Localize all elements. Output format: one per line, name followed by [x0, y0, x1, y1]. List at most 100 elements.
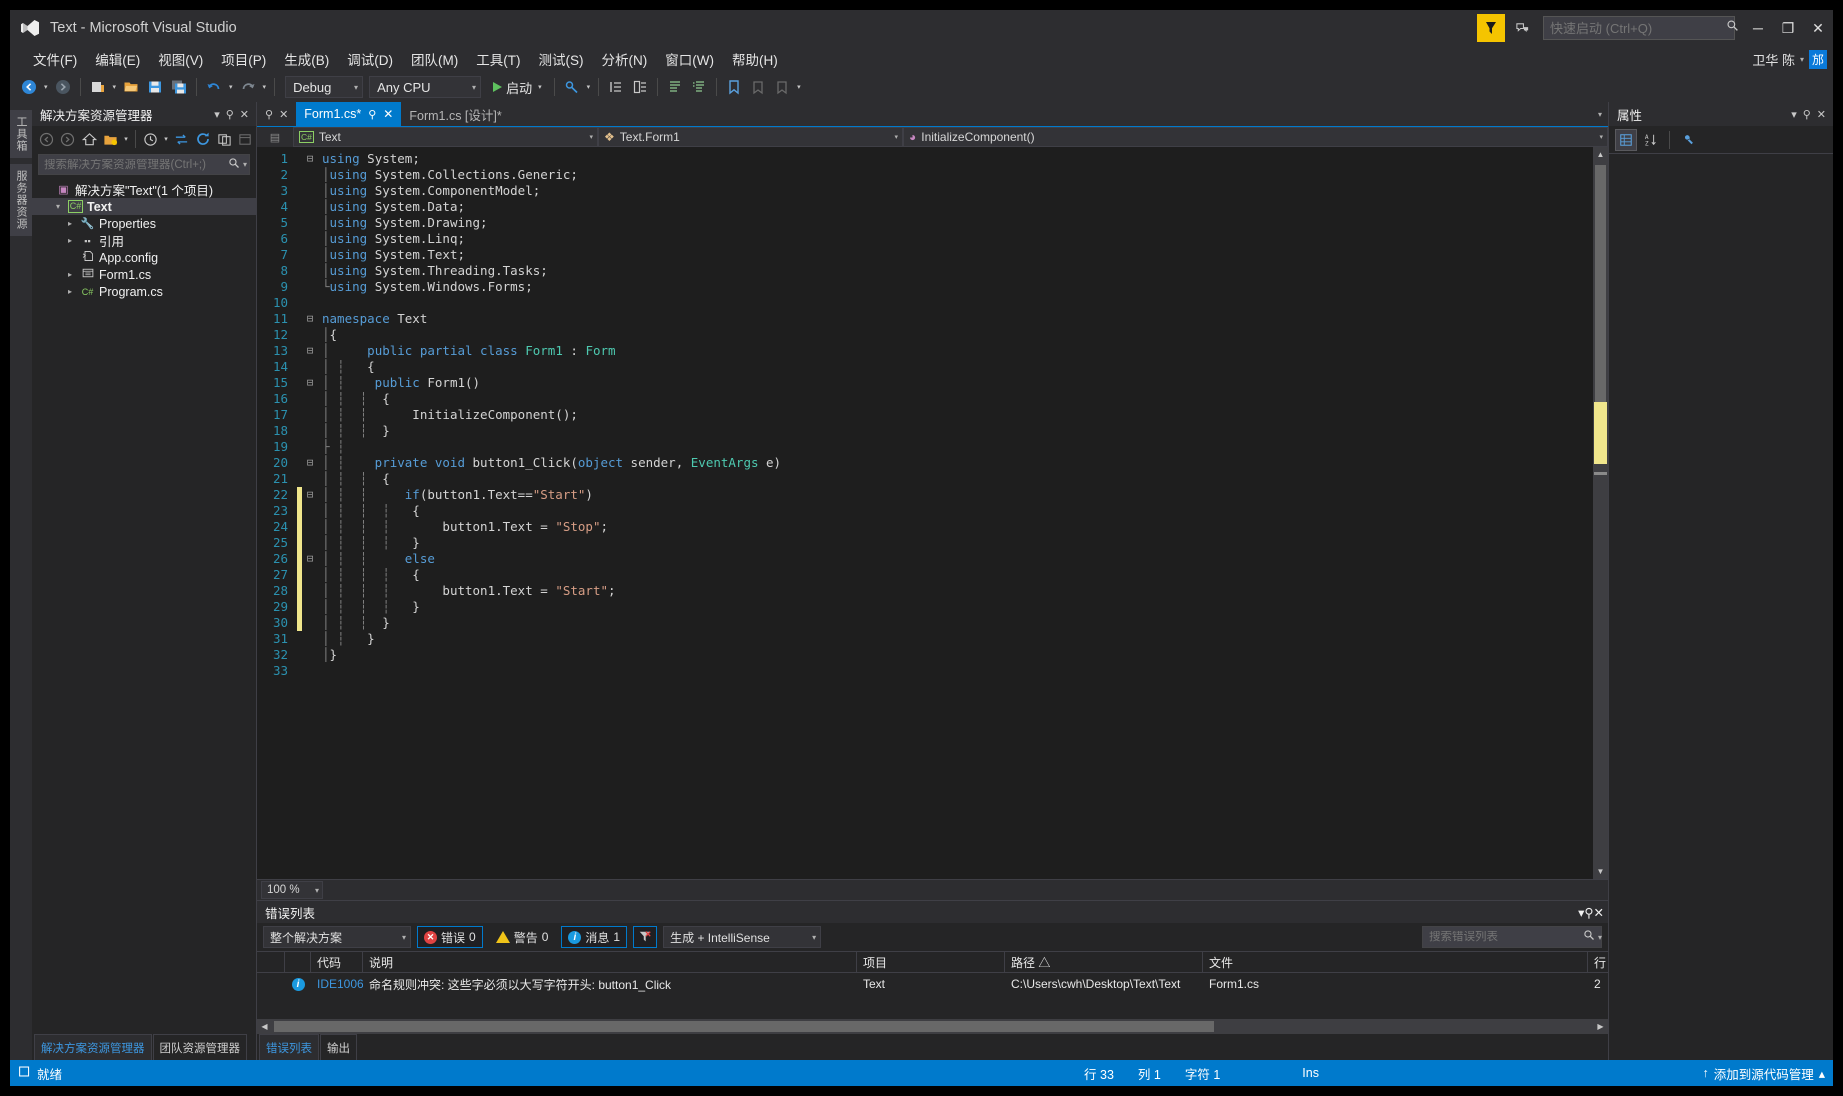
refresh-icon[interactable]	[192, 129, 213, 150]
tab-output[interactable]: 输出	[320, 1034, 357, 1060]
chevron-down-icon[interactable]: ▾	[472, 83, 476, 92]
chevron-down-icon[interactable]: ▾	[402, 933, 406, 942]
tree-item-form1-cs[interactable]: ▸ Form1.cs	[32, 266, 256, 283]
minimize-button[interactable]: ─	[1743, 13, 1773, 43]
fold-toggle-icon[interactable]: ⊟	[302, 487, 318, 503]
col-severity[interactable]	[285, 951, 311, 973]
code-line[interactable]: 4 │using System.Data;	[257, 199, 1593, 215]
code-editor[interactable]: 1 ⊟ using System; 2 │using System.Collection…	[257, 147, 1608, 879]
feedback-flag-icon[interactable]	[1477, 14, 1505, 42]
quick-launch-input[interactable]	[1550, 20, 1726, 36]
error-source-combo[interactable]: 生成 + IntelliSense ▾	[663, 926, 822, 948]
chevron-down-icon[interactable]: ▾	[538, 83, 542, 91]
code-line[interactable]: 18 │ ┆ ┆ }	[257, 423, 1593, 439]
save-all-icon[interactable]	[168, 76, 190, 98]
menu-window[interactable]: 窗口(W)	[656, 46, 723, 72]
code-line[interactable]: 15 ⊟ │ ┆ public Form1()	[257, 375, 1593, 391]
code-line[interactable]: 29 │ ┆ ┆ ┆ }	[257, 599, 1593, 615]
warnings-filter-button[interactable]: 警告 0	[489, 926, 556, 948]
code-line[interactable]: 3 │using System.ComponentModel;	[257, 183, 1593, 199]
code-line[interactable]: 21 │ ┆ ┆ {	[257, 471, 1593, 487]
chevron-down-icon[interactable]: ▾	[315, 886, 319, 895]
save-icon[interactable]	[144, 76, 166, 98]
new-project-icon[interactable]	[87, 76, 109, 98]
solution-configuration-combo[interactable]: Debug ▾	[285, 76, 364, 98]
split-view-icon[interactable]: ▤	[270, 131, 280, 144]
col-file[interactable]: 文件	[1203, 951, 1588, 973]
chevron-down-icon[interactable]: ▾	[589, 133, 593, 141]
chevron-down-icon[interactable]: ▾	[894, 133, 898, 141]
clear-filter-icon[interactable]	[633, 926, 658, 948]
toolbar-overflow-icon[interactable]: ▾	[797, 83, 801, 91]
code-line[interactable]: 19 ├ ┆	[257, 439, 1593, 455]
properties-page-icon[interactable]	[1677, 129, 1699, 151]
menu-tools[interactable]: 工具(T)	[467, 46, 529, 72]
code-line[interactable]: 31 │ ┆ }	[257, 631, 1593, 647]
code-line[interactable]: 13 ⊟ │ public partial class Form1 : Form	[257, 343, 1593, 359]
code-line[interactable]: 22 ⊟ │ ┆ ┆ if(button1.Text=="Start")	[257, 487, 1593, 503]
code-line[interactable]: 16 │ ┆ ┆ {	[257, 391, 1593, 407]
close-icon[interactable]: ✕	[383, 107, 393, 121]
new-project-dropdown-icon[interactable]: ▾	[113, 83, 117, 91]
undo-dropdown-icon[interactable]: ▾	[229, 83, 233, 91]
expander-icon[interactable]: ▸	[64, 270, 76, 279]
code-line[interactable]: 1 ⊟ using System;	[257, 151, 1593, 167]
col-line[interactable]: 行	[1588, 951, 1608, 973]
pin-icon[interactable]: ⚲	[1800, 108, 1814, 121]
expander-icon[interactable]: ▸	[64, 219, 76, 228]
error-list-horizontal-scrollbar[interactable]: ◀ ▶	[257, 1019, 1608, 1034]
errors-filter-button[interactable]: ✕ 错误 0	[417, 926, 483, 948]
pin-icon[interactable]: ⚲	[223, 108, 237, 121]
fold-toggle-icon[interactable]: ⊟	[302, 375, 318, 391]
tree-item-project-text[interactable]: ▾ C# Text	[32, 198, 256, 215]
code-line[interactable]: 26 ⊟ │ ┆ ┆ else	[257, 551, 1593, 567]
code-line[interactable]: 25 │ ┆ ┆ ┆ }	[257, 535, 1593, 551]
code-line[interactable]: 12 │{	[257, 327, 1593, 343]
categorized-icon[interactable]	[1615, 128, 1637, 151]
tree-item-solution[interactable]: ▣ 解决方案"Text"(1 个项目)	[32, 181, 256, 198]
code-line[interactable]: 23 │ ┆ ┆ ┆ {	[257, 503, 1593, 519]
search-icon[interactable]	[228, 156, 240, 174]
close-button[interactable]: ✕	[1803, 13, 1833, 43]
tab-form1-cs-design[interactable]: Form1.cs [设计]*	[401, 102, 509, 126]
error-list-search-input[interactable]	[1429, 931, 1583, 943]
row-code-cell[interactable]: IDE1006	[311, 973, 363, 995]
uncomment-icon[interactable]	[688, 76, 710, 98]
code-line[interactable]: 2 │using System.Collections.Generic;	[257, 167, 1593, 183]
scroll-down-icon[interactable]: ▼	[1593, 864, 1608, 879]
back-dropdown-icon[interactable]: ▾	[44, 83, 48, 91]
expander-icon[interactable]: ▾	[52, 202, 64, 211]
chevron-down-icon[interactable]: ▾	[1599, 133, 1603, 141]
navigate-forward-icon[interactable]	[52, 76, 74, 98]
fold-toggle-icon[interactable]: ⊟	[302, 311, 318, 327]
tree-item-app-config[interactable]: App.config	[32, 249, 256, 266]
col-project[interactable]: 项目	[857, 951, 1005, 973]
code-line[interactable]: 9 └using System.Windows.Forms;	[257, 279, 1593, 295]
code-line[interactable]: 10	[257, 295, 1593, 311]
code-line[interactable]: 30 │ ┆ ┆ }	[257, 615, 1593, 631]
tree-item-program-cs[interactable]: ▸ C# Program.cs	[32, 283, 256, 300]
chevron-down-icon[interactable]: ▾	[124, 135, 128, 143]
fold-toggle-icon[interactable]: ⊟	[302, 343, 318, 359]
show-all-files-icon[interactable]	[101, 129, 122, 150]
code-line[interactable]: 6 │using System.Linq;	[257, 231, 1593, 247]
properties-grid[interactable]	[1609, 154, 1833, 1060]
notification-icon[interactable]	[1509, 14, 1535, 42]
code-scroll-area[interactable]: 1 ⊟ using System; 2 │using System.Collection…	[257, 147, 1593, 879]
collapse-all-icon[interactable]	[214, 129, 235, 150]
pin-icon[interactable]: ⚲	[1584, 905, 1593, 920]
redo-icon[interactable]	[237, 76, 259, 98]
pending-changes-icon[interactable]	[141, 129, 162, 150]
server-explorer-rail-tab[interactable]: 服务器资源	[10, 164, 32, 236]
account-badge[interactable]: 邡	[1808, 49, 1827, 69]
solution-platform-combo[interactable]: Any CPU ▾	[369, 76, 482, 98]
code-line[interactable]: 20 ⊟ │ ┆ private void button1_Click(object…	[257, 455, 1593, 471]
hscrollbar-thumb[interactable]	[274, 1021, 1214, 1032]
scroll-right-icon[interactable]: ▶	[1593, 1022, 1608, 1031]
code-line[interactable]: 11 ⊟ namespace Text	[257, 311, 1593, 327]
chevron-down-icon[interactable]: ▾	[1598, 110, 1602, 119]
menu-project[interactable]: 项目(P)	[212, 46, 275, 72]
scroll-left-icon[interactable]: ◀	[257, 1022, 272, 1031]
tree-item-references[interactable]: ▸ ▪▪ 引用	[32, 232, 256, 249]
fold-toggle-icon[interactable]: ⊟	[302, 455, 318, 471]
